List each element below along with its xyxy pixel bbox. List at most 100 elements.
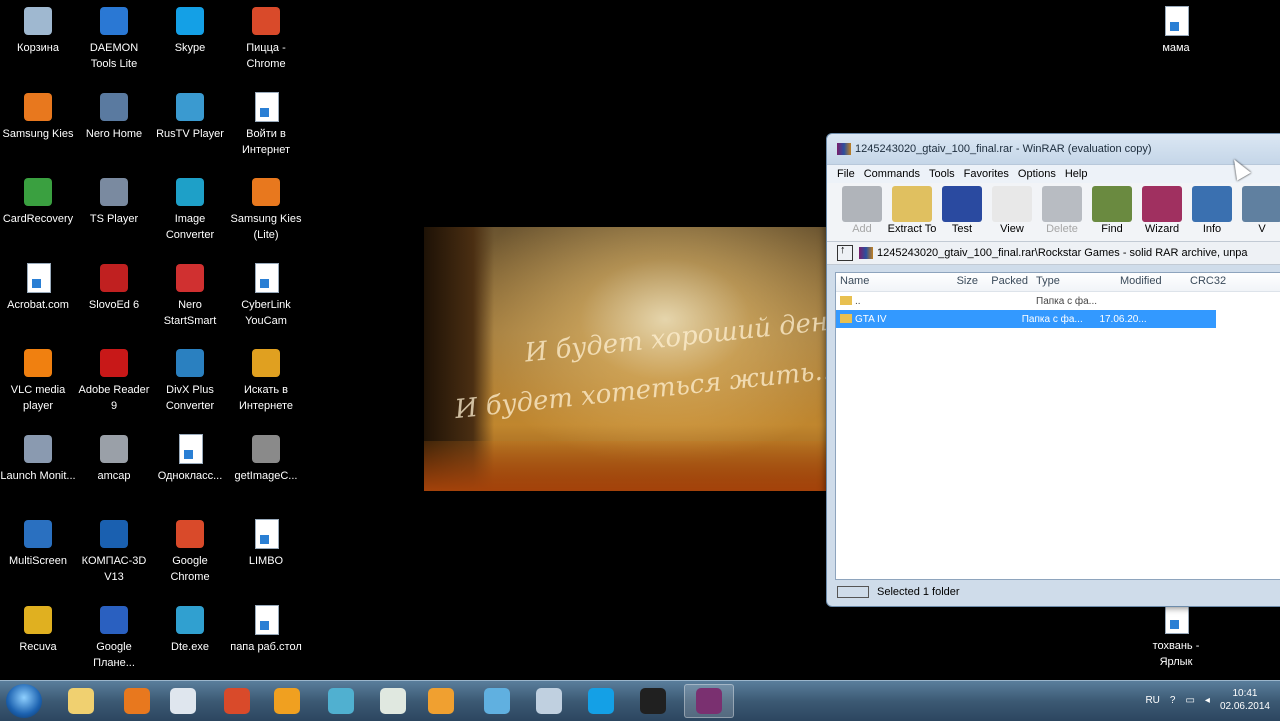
taskbar-skype-button[interactable] <box>576 684 626 718</box>
clock[interactable]: 10:41 02.06.2014 <box>1220 687 1270 713</box>
network-icon[interactable]: ▭ <box>1185 695 1194 706</box>
taskbar-chrome-button[interactable] <box>212 684 262 718</box>
toolbar-add-button[interactable]: Add <box>837 183 887 235</box>
start-button[interactable] <box>6 684 42 718</box>
file-list[interactable]: Name Size Packed Type Modified CRC32 .. Папка … <box>835 272 1280 580</box>
column-header-modified[interactable]: Modified <box>1116 273 1186 291</box>
taskbar-window-button[interactable] <box>158 684 208 718</box>
desktop-icon[interactable]: Acrobat.com <box>0 261 76 313</box>
desktop-icon[interactable]: DivX Plus Converter <box>152 346 228 414</box>
desktop-icon[interactable]: Искать в Интернете <box>228 346 304 414</box>
shortcut-icon <box>21 432 55 466</box>
desktop-icon[interactable]: Samsung Kies <box>0 90 76 142</box>
desktop-icon[interactable]: Recuva <box>0 603 76 655</box>
taskbar-browser-2-button[interactable] <box>472 684 522 718</box>
desktop-icon[interactable]: RusTV Player <box>152 90 228 142</box>
shortcut-icon <box>21 261 55 295</box>
toolbar-button-label: Info <box>1202 223 1222 235</box>
delete-icon <box>1042 186 1082 222</box>
menu-tools[interactable]: Tools <box>929 168 955 180</box>
desktop-icon[interactable]: VLC media player <box>0 346 76 414</box>
desktop-icon[interactable]: DAEMON Tools Lite <box>76 4 152 72</box>
column-header-crc32[interactable]: CRC32 <box>1186 273 1246 291</box>
toolbar-find-button[interactable]: Find <box>1087 183 1137 235</box>
desktop-icon[interactable]: папа раб.стол <box>228 603 304 655</box>
taskbar-browser-button[interactable] <box>316 684 366 718</box>
desktop-icon[interactable]: Dte.exe <box>152 603 228 655</box>
winrar-window[interactable]: 1245243020_gtaiv_100_final.rar - WinRAR … <box>826 133 1280 607</box>
desktop-icon[interactable]: Skype <box>152 4 228 56</box>
taskbar-winrar-button[interactable] <box>684 684 734 718</box>
language-indicator[interactable]: RU <box>1145 695 1159 706</box>
desktop-icon[interactable]: Корзина <box>0 4 76 56</box>
desktop-icon[interactable]: Войти в Интернет <box>228 90 304 158</box>
toolbar-wizard-button[interactable]: Wizard <box>1137 183 1187 235</box>
help-icon[interactable]: ? <box>1170 695 1176 706</box>
column-header-type[interactable]: Type <box>1032 273 1116 291</box>
shortcut-icon <box>21 603 55 637</box>
file-row[interactable]: GTA IV Папка с фа... 17.06.20... <box>836 310 1216 328</box>
desktop-icon[interactable]: CyberLink YouCam <box>228 261 304 329</box>
toolbar-extract-to-button[interactable]: Extract To <box>887 183 937 235</box>
desktop-icon[interactable]: LIMBO <box>228 517 304 569</box>
toolbar-test-button[interactable]: Test <box>937 183 987 235</box>
desktop-icon-label: мама <box>1162 42 1190 54</box>
column-header-name[interactable]: Name <box>836 273 942 291</box>
shortcut-icon <box>97 175 131 209</box>
menu-file[interactable]: File <box>837 168 855 180</box>
shortcut-icon <box>249 4 283 38</box>
menu-favorites[interactable]: Favorites <box>964 168 1009 180</box>
shortcut-icon <box>97 432 131 466</box>
desktop-icon-label: Image Converter <box>165 213 215 241</box>
taskbar-app-button[interactable] <box>368 684 418 718</box>
browser-2-icon <box>484 688 510 714</box>
desktop-icon[interactable]: Samsung Kies (Lite) <box>228 175 304 243</box>
up-folder-icon[interactable] <box>837 244 853 261</box>
shortcut-icon <box>97 90 131 124</box>
desktop-icon[interactable]: мама <box>1138 4 1214 56</box>
desktop-icon[interactable]: MultiScreen <box>0 517 76 569</box>
app-glyph-icon <box>100 7 128 35</box>
menu-options[interactable]: Options <box>1018 168 1056 180</box>
desktop-icon[interactable]: Nero Home <box>76 90 152 142</box>
desktop-icon[interactable]: CardRecovery <box>0 175 76 227</box>
desktop-icon[interactable]: amcap <box>76 432 152 484</box>
desktop-icon[interactable]: КОМПАС-3D V13 <box>76 517 152 585</box>
app-glyph-icon <box>24 434 52 463</box>
app-glyph-icon <box>176 520 204 548</box>
desktop-icon[interactable]: Image Converter <box>152 175 228 243</box>
samsung-kies-icon <box>124 688 150 714</box>
desktop-icon[interactable]: SlovoEd 6 <box>76 261 152 313</box>
desktop-icon[interactable]: Google Плане... <box>76 603 152 671</box>
desktop-icon[interactable]: тохвань - Ярлык <box>1138 602 1214 670</box>
desktop-icon[interactable]: Nero StartSmart <box>152 261 228 329</box>
taskbar-volume-button[interactable] <box>524 684 574 718</box>
toolbar-info-button[interactable]: Info <box>1187 183 1237 235</box>
desktop-icon-label: CyberLink YouCam <box>241 298 291 327</box>
desktop-icon[interactable]: TS Player <box>76 175 152 227</box>
shortcut-icon <box>173 4 207 38</box>
column-header-size[interactable]: Size <box>942 273 982 291</box>
menu-commands[interactable]: Commands <box>864 168 920 180</box>
desktop-icon[interactable]: Пицца - Chrome <box>228 4 304 72</box>
taskbar-explorer-button[interactable] <box>56 684 106 718</box>
desktop-icon[interactable]: getImageC... <box>228 432 304 484</box>
taskbar-media-player-button[interactable] <box>262 684 312 718</box>
toolbar-view-button[interactable]: View <box>987 183 1037 235</box>
file-row[interactable]: .. Папка с фа... <box>836 292 1280 310</box>
toolbar: Add Extract To Test View Delete Find Wizard Inf… <box>827 183 1280 242</box>
taskbar-samsung-kies-button[interactable] <box>112 684 162 718</box>
taskbar-messenger-button[interactable] <box>416 684 466 718</box>
shortcut-page-icon <box>255 262 279 293</box>
toolbar-v-button[interactable]: V <box>1237 183 1280 235</box>
toolbar-delete-button[interactable]: Delete <box>1037 183 1087 235</box>
desktop-icon[interactable]: Launch Monit... <box>0 432 76 484</box>
desktop-icon[interactable]: Adobe Reader 9 <box>76 346 152 414</box>
desktop-icon[interactable]: Однокласс... <box>152 432 228 484</box>
menu-help[interactable]: Help <box>1065 168 1088 180</box>
volume-tray-icon[interactable]: ◂ <box>1205 695 1210 706</box>
desktop-icon[interactable]: Google Chrome <box>152 517 228 585</box>
column-header-packed[interactable]: Packed <box>982 273 1032 291</box>
winrar-titlebar[interactable]: 1245243020_gtaiv_100_final.rar - WinRAR … <box>827 134 1280 164</box>
taskbar-obs-button[interactable] <box>628 684 678 718</box>
